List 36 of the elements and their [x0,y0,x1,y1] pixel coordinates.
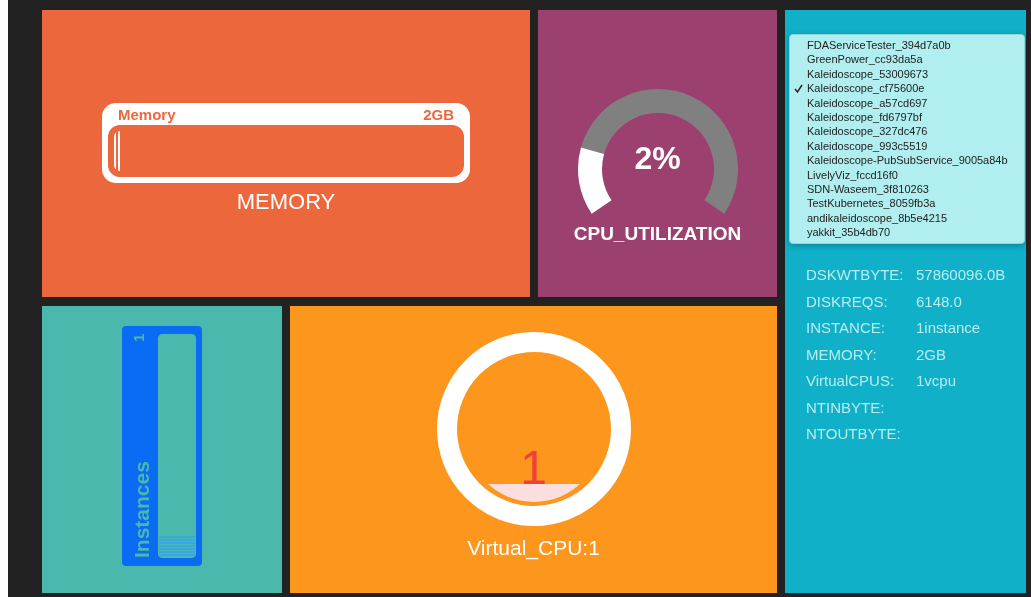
detail-value: 57860096.0B [916,265,1007,285]
menu-item[interactable]: Kaleidoscope_993c5519 [790,138,1024,154]
check-icon [794,83,803,93]
detail-value: 1instance [916,318,982,338]
menu-item[interactable]: Kaleidoscope_cf75600e [790,81,1024,96]
detail-value: 2GB [916,344,947,365]
menu-item[interactable]: Kaleidoscope_53009673 [790,66,1024,82]
detail-key: DISKREQS: [806,291,916,312]
detail-key: VirtualCPUS: [806,371,916,392]
menu-item[interactable]: Kaleidoscope_fd6797bf [790,110,1024,125]
menu-item[interactable]: GreenPower_cc93da5a [790,52,1024,67]
memory-capacity: 2GB [423,106,454,123]
detail-key: INSTANCE: [806,318,916,339]
menu-item[interactable]: FDAServiceTester_394d7a0b [790,38,1024,53]
cpu-title: CPU_UTILIZATION [573,223,742,245]
detail-value: 6148.0 [916,291,963,312]
detail-key: MEMORY: [806,344,916,365]
menu-item[interactable]: andikaleidoscope_8b5e4215 [790,210,1024,226]
detail-key: NTINBYTE: [806,397,916,418]
menu-item[interactable]: yakkit_35b4db70 [790,225,1024,240]
menu-item[interactable]: SDN-Waseem_3f810263 [790,182,1024,197]
menu-item[interactable]: Kaleidoscope_327dc476 [790,124,1024,139]
menu-item[interactable]: Kaleidoscope-PubSubService_9005a84b [790,153,1024,168]
detail-key: DSKWTBYTE: [806,265,916,286]
menu-item[interactable]: LivelyViz_fccd16f0 [790,167,1024,183]
detail-key: NTOUTBYTE: [806,424,916,445]
menu-item[interactable]: TestKubernetes_8059fb3a [790,196,1024,211]
memory-label: Memory [118,106,176,123]
vcpu-reading: 1 [519,444,548,492]
vcpu-title: Virtual_CPU:1 [467,536,600,560]
instances-label: Instances [130,461,154,558]
memory-title: MEMORY [236,189,336,215]
detail-value: 1vcpu [916,371,958,391]
instances-count: 1 [130,334,148,343]
cpu-reading: 2% [634,140,681,177]
menu-item[interactable]: Kaleidoscope_a57cd697 [790,95,1024,111]
